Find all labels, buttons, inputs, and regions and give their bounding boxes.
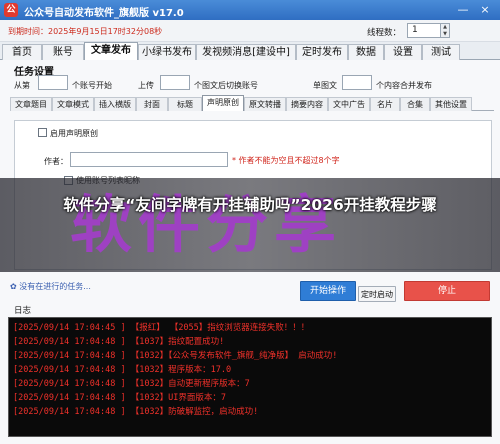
start-button[interactable]: 开始操作 [300,281,356,301]
subtab-declare-original[interactable]: 声明原创 [202,95,244,111]
title-bar: 公 公众号自动发布软件_旗舰版 v17.0 — × [0,0,500,20]
log-console[interactable]: [2025/09/14 17:04:45 ] 【报红】 【2055】指纹浏览器连… [8,317,492,437]
start-suffix: 个账号开始 [72,81,112,90]
timer-start-button[interactable]: 定时启动 [358,286,396,302]
single-suffix: 个内容合并发布 [376,81,432,90]
overlay-headline: 软件分享“友间字牌有开挂辅助吗”2026开挂教程步骤 [63,196,437,214]
log-line: [2025/09/14 17:04:48 ] 【1032】【公众号发布软件_旗舰… [13,351,338,361]
author-label: 作者： [44,157,68,166]
minimize-icon[interactable]: — [456,3,470,17]
upload-count-input[interactable] [160,75,190,90]
subtab-insert-banner[interactable]: 插入横版 [94,97,136,111]
tab-scheduled-publish[interactable]: 定时发布 [296,44,348,60]
single-count-input[interactable] [342,75,372,90]
subtab-card[interactable]: 名片 [370,97,400,111]
overlay-banner: 软件分享 [0,178,500,272]
tab-accounts[interactable]: 账号 [42,44,84,60]
tab-data[interactable]: 数据 [348,44,384,60]
stop-button[interactable]: 停止 [404,281,490,301]
tab-test[interactable]: 测试 [422,44,460,60]
app-icon: 公 [4,3,18,17]
log-line: [2025/09/14 17:04:45 ] 【报红】 【2055】指纹浏览器连… [13,323,310,333]
log-line: [2025/09/14 17:04:48 ] 【1032】程序版本：17.0 [13,365,232,375]
threads-spinner[interactable]: ▲ ▼ [441,23,450,38]
log-line: [2025/09/14 17:04:48 ] 【1032】自动更新程序版本：7 [13,379,250,389]
log-line: [2025/09/14 17:04:48 ] 【1032】UI界面版本：7 [13,393,227,403]
task-status: ✿ 没有在进行的任务... [10,282,91,291]
tab-settings[interactable]: 设置 [384,44,422,60]
close-icon[interactable]: × [478,3,492,17]
log-title: 日志 [14,306,32,316]
author-hint: * 作者不能为空且不超过8个字 [232,156,340,165]
enable-original-label: 启用声明原创 [50,129,98,138]
tab-video-message[interactable]: 发视频消息[建设中] [196,44,296,60]
info-bar: 到期时间：2025年9月15日17时32分08秒 线程数： 1 ▲ ▼ [0,20,500,42]
subtab-other-settings[interactable]: 其他设置 [430,97,472,111]
upload-label: 上传 [138,81,154,90]
log-line: [2025/09/14 17:04:48 ] 【1037】指纹配置成功! [13,337,225,347]
tab-xiaolvshu-publish[interactable]: 小绿书发布 [138,44,196,60]
subtab-repost[interactable]: 原文转播 [244,97,286,111]
window-title: 公众号自动发布软件_旗舰版 v17.0 [24,8,184,19]
expiry-text: 到期时间：2025年9月15日17时32分08秒 [8,27,163,36]
log-line: [2025/09/14 17:04:48 ] 【1032】防破解监控，启动成功! [13,407,259,417]
subtab-article-title[interactable]: 文章题目 [10,97,52,111]
start-label: 从第 [14,81,30,90]
threads-input[interactable]: 1 [407,23,441,38]
subtab-summary[interactable]: 摘要内容 [286,97,328,111]
main-tabs: 首页 账号 文章发布 小绿书发布 发视频消息[建设中] 定时发布 数据 设置 测… [0,42,500,61]
upload-suffix: 个图文后切换账号 [194,81,258,90]
sub-tabs: 文章题目 文章模式 插入横版 封面 标题 声明原创 原文转播 摘要内容 文中广告… [10,95,494,111]
subtab-title[interactable]: 标题 [168,97,202,111]
start-account-input[interactable] [38,75,68,90]
subtab-collection[interactable]: 合集 [400,97,430,111]
author-input[interactable] [70,152,228,167]
enable-original-checkbox[interactable] [38,128,47,137]
threads-label: 线程数： [367,28,402,38]
watermark-text: 软件分享 [70,188,343,261]
tab-home[interactable]: 首页 [2,44,42,60]
subtab-in-article-ad[interactable]: 文中广告 [328,97,370,111]
single-label: 单图文 [313,81,337,90]
subtab-cover[interactable]: 封面 [136,97,168,111]
subtab-article-mode[interactable]: 文章模式 [52,97,94,111]
tab-article-publish[interactable]: 文章发布 [84,42,138,61]
